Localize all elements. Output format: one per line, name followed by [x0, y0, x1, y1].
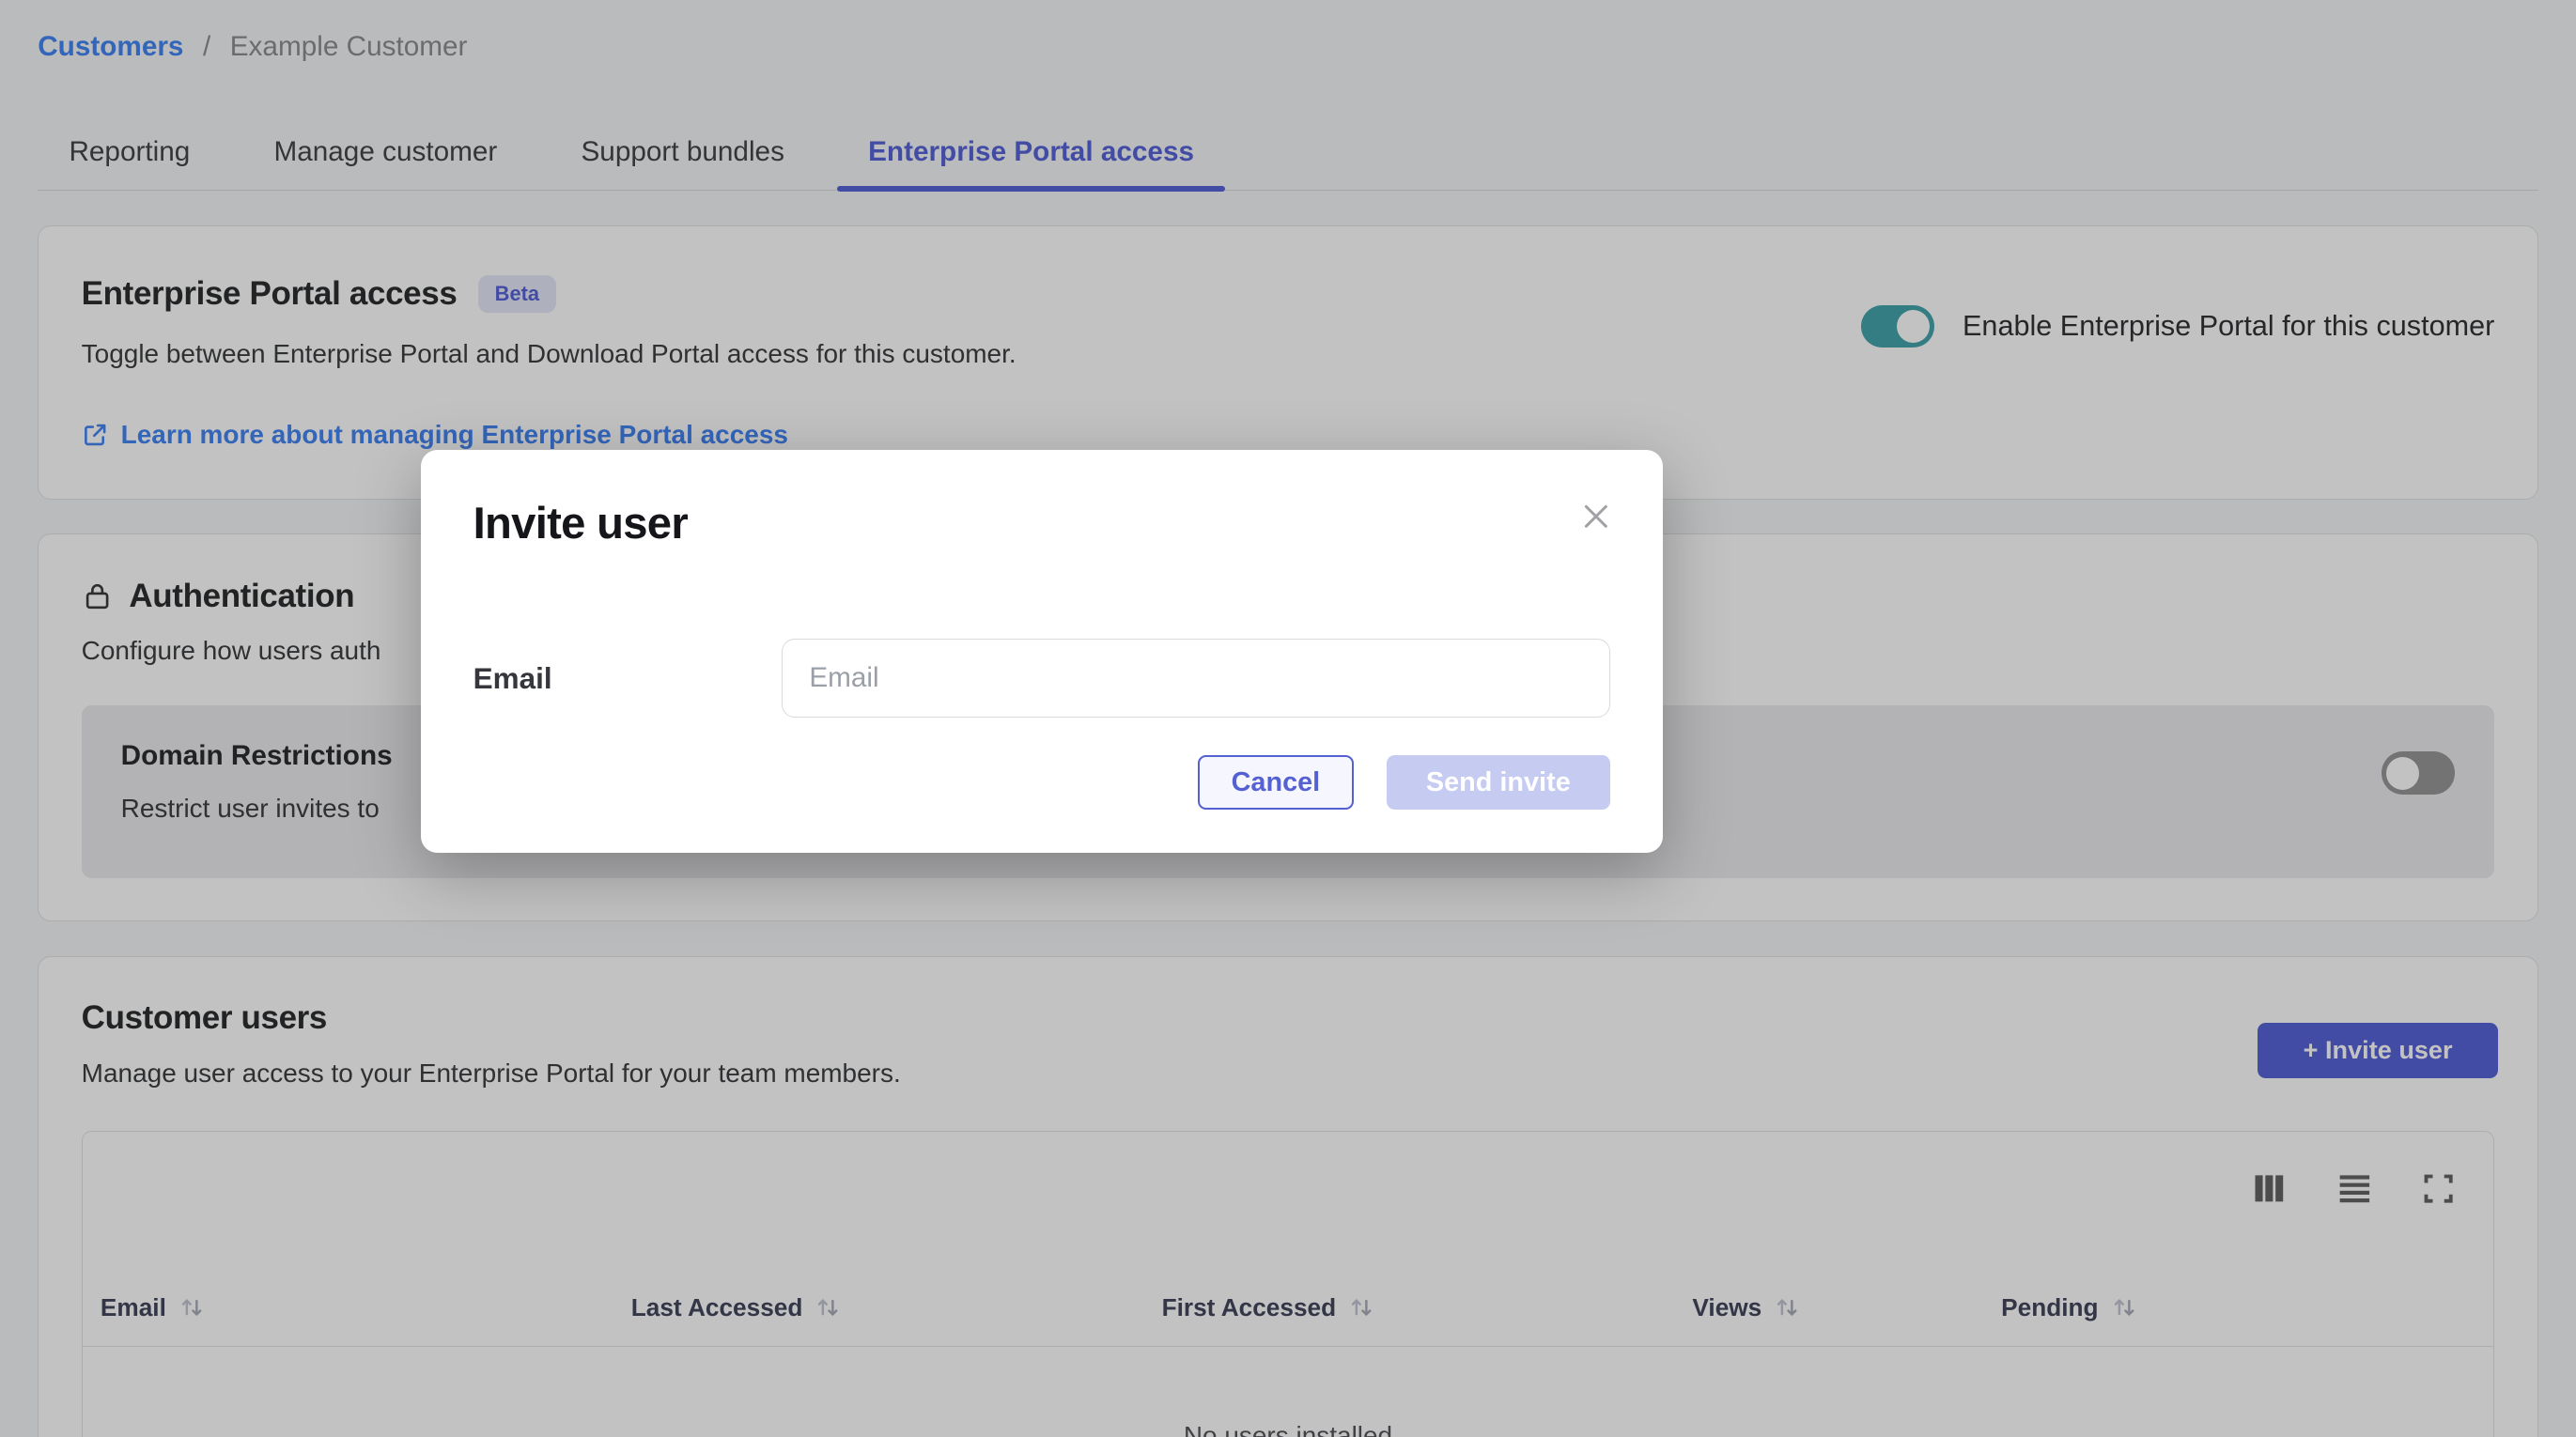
close-icon[interactable] [1575, 496, 1617, 537]
modal-actions: Cancel Send invite [1198, 755, 1610, 810]
email-label: Email [473, 662, 552, 696]
invite-user-modal: Invite user Email Cancel Send invite [421, 450, 1663, 852]
cancel-button[interactable]: Cancel [1198, 755, 1354, 810]
send-invite-button[interactable]: Send invite [1387, 755, 1610, 810]
modal-title: Invite user [473, 498, 688, 549]
page: Customers / Example Customer Reporting M… [0, 0, 2576, 1437]
email-field[interactable] [782, 639, 1609, 718]
